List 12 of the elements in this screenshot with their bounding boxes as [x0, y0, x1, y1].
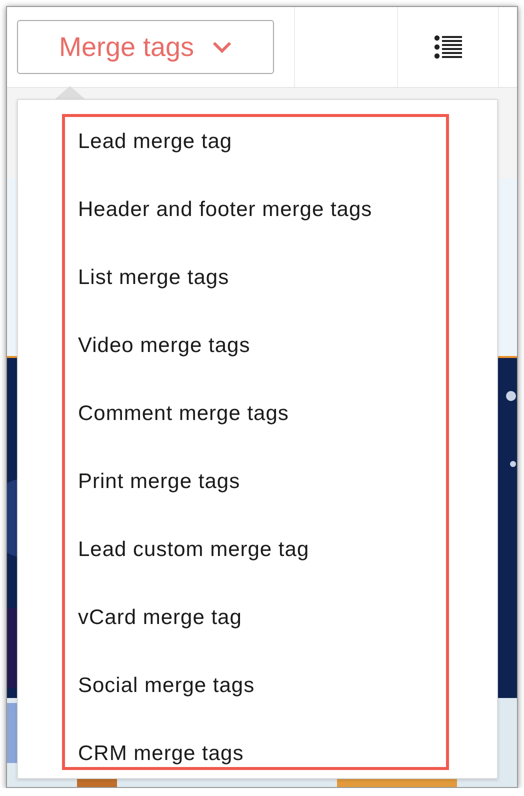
menu-item[interactable]: vCard merge tag [78, 607, 372, 675]
menu-item[interactable]: List merge tags [78, 267, 372, 335]
menu-item[interactable]: Header and footer merge tags [78, 199, 372, 267]
list-icon[interactable] [434, 35, 462, 59]
menu-item[interactable]: Lead custom merge tag [78, 539, 372, 607]
menu-item[interactable]: Print merge tags [78, 471, 372, 539]
menu-item[interactable]: Lead merge tag [78, 131, 372, 199]
caret-icon [212, 41, 232, 53]
menu-item[interactable]: Comment merge tags [78, 403, 372, 471]
menu-item[interactable]: Social merge tags [78, 675, 372, 743]
menu-item[interactable]: CRM merge tags [78, 743, 372, 787]
menu-item[interactable]: Video merge tags [78, 335, 372, 403]
